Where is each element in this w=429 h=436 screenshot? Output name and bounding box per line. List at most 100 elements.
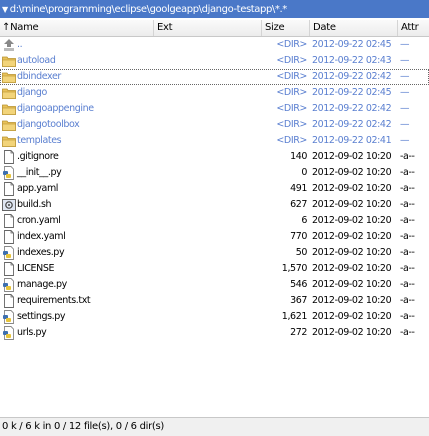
- folder-icon: [2, 86, 16, 100]
- python-file-icon: [2, 326, 16, 340]
- file-name: settings.py: [17, 311, 66, 322]
- up-dir-icon: [2, 38, 16, 52]
- document-icon: [2, 230, 16, 244]
- file-row[interactable]: dbindexer <DIR> 2012-09-22 02:42 —: [0, 69, 429, 85]
- file-date: 2012-09-02 10:20: [312, 327, 392, 338]
- file-row[interactable]: urls.py 272 2012-09-02 10:20 -a--: [0, 325, 429, 341]
- file-date: 2012-09-02 10:20: [312, 311, 392, 322]
- file-date: 2012-09-22 02:42: [312, 103, 392, 114]
- file-attr: —: [400, 87, 410, 98]
- file-date: 2012-09-02 10:20: [312, 279, 392, 290]
- file-row[interactable]: index.yaml 770 2012-09-02 10:20 -a--: [0, 229, 429, 245]
- python-file-icon: [2, 310, 16, 324]
- file-name: urls.py: [17, 327, 47, 338]
- document-icon: [2, 182, 16, 196]
- file-size: 546: [290, 279, 307, 290]
- file-row[interactable]: requirements.txt 367 2012-09-02 10:20 -a--: [0, 293, 429, 309]
- file-attr: -a--: [400, 263, 415, 274]
- file-date: 2012-09-02 10:20: [312, 295, 392, 306]
- file-row[interactable]: app.yaml 491 2012-09-02 10:20 -a--: [0, 181, 429, 197]
- header-name[interactable]: ↑Name: [0, 20, 153, 36]
- file-attr: -a--: [400, 199, 415, 210]
- file-size: <DIR>: [276, 55, 307, 66]
- file-row[interactable]: __init__.py 0 2012-09-02 10:20 -a--: [0, 165, 429, 181]
- file-size: <DIR>: [276, 119, 307, 130]
- file-row[interactable]: djangoappengine <DIR> 2012-09-22 02:42 —: [0, 101, 429, 117]
- folder-icon: [2, 70, 16, 84]
- file-row[interactable]: djangotoolbox <DIR> 2012-09-22 02:42 —: [0, 117, 429, 133]
- file-attr: -a--: [400, 311, 415, 322]
- file-date: 2012-09-02 10:20: [312, 215, 392, 226]
- file-attr: -a--: [400, 215, 415, 226]
- file-name: LICENSE: [17, 263, 55, 274]
- file-date: 2012-09-02 10:20: [312, 183, 392, 194]
- file-row[interactable]: .gitignore 140 2012-09-02 10:20 -a--: [0, 149, 429, 165]
- file-row[interactable]: indexes.py 50 2012-09-02 10:20 -a--: [0, 245, 429, 261]
- python-file-icon: [2, 246, 16, 260]
- file-list[interactable]: .. <DIR> 2012-09-22 02:45 — autoload <DIR> 201…: [0, 37, 429, 413]
- file-size: 140: [290, 151, 307, 162]
- file-name: django: [17, 87, 47, 98]
- file-size: <DIR>: [276, 87, 307, 98]
- folder-icon: [2, 54, 16, 68]
- file-date: 2012-09-02 10:20: [312, 231, 392, 242]
- path-dropdown-arrow-icon[interactable]: ▼: [2, 5, 8, 14]
- file-attr: —: [400, 119, 410, 130]
- file-row[interactable]: cron.yaml 6 2012-09-02 10:20 -a--: [0, 213, 429, 229]
- file-date: 2012-09-22 02:41: [312, 135, 392, 146]
- header-size[interactable]: Size: [261, 20, 309, 36]
- file-name: manage.py: [17, 279, 67, 290]
- script-file-icon: [2, 198, 16, 212]
- file-row[interactable]: LICENSE 1,570 2012-09-02 10:20 -a--: [0, 261, 429, 277]
- file-size: <DIR>: [276, 39, 307, 50]
- file-name: djangoappengine: [17, 103, 94, 114]
- file-attr: —: [400, 39, 410, 50]
- file-row[interactable]: autoload <DIR> 2012-09-22 02:43 —: [0, 53, 429, 69]
- file-row[interactable]: manage.py 546 2012-09-02 10:20 -a--: [0, 277, 429, 293]
- header-attr[interactable]: Attr: [397, 20, 429, 36]
- file-attr: -a--: [400, 231, 415, 242]
- file-size: 491: [290, 183, 307, 194]
- file-name: __init__.py: [17, 167, 62, 178]
- file-size: 0: [301, 167, 307, 178]
- file-name: .gitignore: [17, 151, 59, 162]
- file-size: 1,570: [281, 263, 308, 274]
- file-date: 2012-09-02 10:20: [312, 263, 392, 274]
- path-bar[interactable]: ▼ d:\mine\programming\eclipse\goolgeapp\…: [0, 0, 429, 18]
- file-row[interactable]: .. <DIR> 2012-09-22 02:45 —: [0, 37, 429, 53]
- file-size: <DIR>: [276, 103, 307, 114]
- file-row[interactable]: django <DIR> 2012-09-22 02:45 —: [0, 85, 429, 101]
- file-name: index.yaml: [17, 231, 66, 242]
- file-row[interactable]: templates <DIR> 2012-09-22 02:41 —: [0, 133, 429, 149]
- document-icon: [2, 262, 16, 276]
- file-date: 2012-09-22 02:43: [312, 55, 392, 66]
- header-ext[interactable]: Ext: [153, 20, 261, 36]
- file-attr: -a--: [400, 183, 415, 194]
- file-name: app.yaml: [17, 183, 59, 194]
- file-size: 367: [290, 295, 307, 306]
- file-attr: -a--: [400, 327, 415, 338]
- document-icon: [2, 214, 16, 228]
- file-attr: -a--: [400, 167, 415, 178]
- file-name: cron.yaml: [17, 215, 61, 226]
- file-attr: -a--: [400, 151, 415, 162]
- file-attr: —: [400, 135, 410, 146]
- file-name: indexes.py: [17, 247, 65, 258]
- file-attr: —: [400, 103, 410, 114]
- folder-icon: [2, 102, 16, 116]
- file-row[interactable]: build.sh 627 2012-09-02 10:20 -a--: [0, 197, 429, 213]
- file-attr: -a--: [400, 295, 415, 306]
- document-icon: [2, 150, 16, 164]
- status-bar: 0 k / 6 k in 0 / 12 file(s), 0 / 6 dir(s…: [0, 417, 429, 436]
- file-date: 2012-09-22 02:45: [312, 39, 392, 50]
- python-file-icon: [2, 278, 16, 292]
- file-size: <DIR>: [276, 135, 307, 146]
- document-icon: [2, 294, 16, 308]
- file-date: 2012-09-22 02:42: [312, 119, 392, 130]
- file-size: 6: [301, 215, 307, 226]
- file-name: ..: [17, 39, 23, 50]
- file-date: 2012-09-02 10:20: [312, 167, 392, 178]
- file-row[interactable]: settings.py 1,621 2012-09-02 10:20 -a--: [0, 309, 429, 325]
- header-date[interactable]: Date: [309, 20, 397, 36]
- file-size: 272: [290, 327, 307, 338]
